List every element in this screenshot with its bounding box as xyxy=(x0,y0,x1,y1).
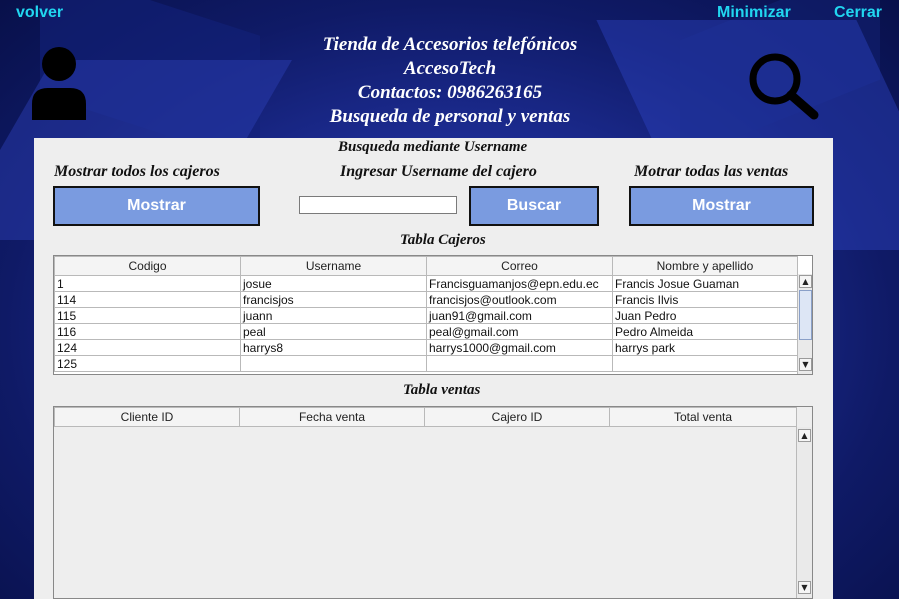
table-cell[interactable] xyxy=(240,355,427,372)
table-cell[interactable]: juann xyxy=(240,307,427,324)
column-header[interactable]: Correo xyxy=(426,256,613,276)
magnifier-icon xyxy=(749,53,819,120)
show-sales-button[interactable]: Mostrar xyxy=(629,186,814,226)
table-cell[interactable]: peal xyxy=(240,323,427,340)
show-sales-label: Motrar todas las ventas xyxy=(634,163,789,180)
table-row[interactable]: 116 peal peal@gmail.com Pedro Almeida xyxy=(54,323,798,340)
column-header[interactable]: Nombre y apellido xyxy=(612,256,798,276)
table-cell[interactable]: Francis Josue Guaman xyxy=(612,275,798,292)
table-cell[interactable]: josue xyxy=(240,275,427,292)
search-section-title: Busqueda mediante Username xyxy=(338,139,528,155)
store-title: Tienda de Accesorios telefónicos xyxy=(322,34,578,55)
sales-table-title: Tabla ventas xyxy=(403,382,481,398)
column-header[interactable]: Cliente ID xyxy=(54,407,240,427)
sales-scrollbar[interactable]: ▲ ▼ xyxy=(796,427,812,598)
table-cell[interactable]: Francisguamanjos@epn.edu.ec xyxy=(426,275,613,292)
column-header[interactable]: Username xyxy=(240,256,427,276)
sales-grid: Cliente ID Fecha venta Cajero ID Total v… xyxy=(54,407,797,427)
table-cell[interactable]: francisjos xyxy=(240,291,427,308)
table-cell[interactable]: 115 xyxy=(54,307,241,324)
store-contact: Contactos: 0986263165 xyxy=(357,82,543,103)
table-cell[interactable]: juan91@gmail.com xyxy=(426,307,613,324)
table-cell[interactable]: Juan Pedro xyxy=(612,307,798,324)
table-cell[interactable]: peal@gmail.com xyxy=(426,323,613,340)
table-cell[interactable]: 124 xyxy=(54,339,241,356)
cashiers-scrollbar[interactable]: ▲ ▼ xyxy=(797,274,812,374)
column-header[interactable]: Codigo xyxy=(54,256,241,276)
table-cell[interactable]: harrys8 xyxy=(240,339,427,356)
table-row[interactable]: 125 xyxy=(54,355,798,372)
scroll-down-icon[interactable]: ▼ xyxy=(798,581,811,594)
scroll-up-icon[interactable]: ▲ xyxy=(798,429,811,442)
user-icon xyxy=(32,47,86,120)
scroll-up-icon[interactable]: ▲ xyxy=(799,275,812,288)
table-row[interactable]: 114 francisjos francisjos@outlook.com Fr… xyxy=(54,291,798,308)
table-cell[interactable]: 114 xyxy=(54,291,241,308)
table-cell[interactable] xyxy=(426,355,613,372)
table-cell[interactable]: 125 xyxy=(54,355,241,372)
back-link[interactable]: volver xyxy=(16,4,63,22)
cashiers-grid: Codigo Username Correo Nombre y apellido… xyxy=(54,256,798,372)
table-cell[interactable]: harrys1000@gmail.com xyxy=(426,339,613,356)
store-name: AccesoTech xyxy=(403,58,497,79)
show-cashiers-button[interactable]: Mostrar xyxy=(53,186,260,226)
sales-header-row: Cliente ID Fecha venta Cajero ID Total v… xyxy=(54,407,797,427)
search-button[interactable]: Buscar xyxy=(469,186,599,226)
table-cell[interactable] xyxy=(612,355,798,372)
minimize-link[interactable]: Minimizar xyxy=(717,4,791,22)
show-cashiers-label: Mostrar todos los cajeros xyxy=(54,163,220,180)
close-link[interactable]: Cerrar xyxy=(834,4,882,22)
table-cell[interactable]: Pedro Almeida xyxy=(612,323,798,340)
enter-username-label: Ingresar Username del cajero xyxy=(340,163,537,180)
cashiers-header-row: Codigo Username Correo Nombre y apellido xyxy=(54,256,798,276)
table-cell[interactable]: 116 xyxy=(54,323,241,340)
table-row[interactable]: 115 juann juan91@gmail.com Juan Pedro xyxy=(54,307,798,324)
search-panel: Busqueda mediante Username Mostrar todos… xyxy=(34,138,833,599)
scroll-down-icon[interactable]: ▼ xyxy=(799,358,812,371)
column-header[interactable]: Fecha venta xyxy=(239,407,425,427)
table-cell[interactable]: harrys park xyxy=(612,339,798,356)
table-row[interactable]: 1 josue Francisguamanjos@epn.edu.ec Fran… xyxy=(54,275,798,292)
table-cell[interactable]: Francis Ilvis xyxy=(612,291,798,308)
page-subtitle: Busqueda de personal y ventas xyxy=(329,106,571,127)
column-header[interactable]: Cajero ID xyxy=(424,407,610,427)
table-row[interactable]: 124 harrys8 harrys1000@gmail.com harrys … xyxy=(54,339,798,356)
sales-table: Cliente ID Fecha venta Cajero ID Total v… xyxy=(53,406,813,599)
column-header[interactable]: Total venta xyxy=(609,407,797,427)
table-cell[interactable]: 1 xyxy=(54,275,241,292)
table-cell[interactable]: francisjos@outlook.com xyxy=(426,291,613,308)
scroll-thumb[interactable] xyxy=(799,290,812,340)
cashiers-table-title: Tabla Cajeros xyxy=(400,232,486,248)
cashiers-table: Codigo Username Correo Nombre y apellido… xyxy=(53,255,813,375)
username-input[interactable] xyxy=(299,196,457,214)
